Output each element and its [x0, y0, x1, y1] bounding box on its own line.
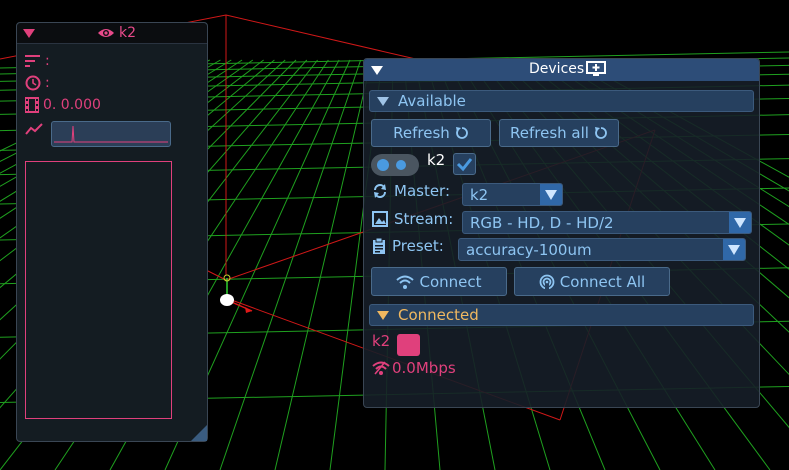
devices-panel[interactable]: Devices Available Refresh Refresh all k2…: [363, 58, 760, 408]
toggle-knob: [377, 159, 389, 171]
grid-line: [219, 59, 362, 470]
film-icon: [25, 97, 39, 113]
master-select[interactable]: k2: [462, 183, 563, 206]
preset-select[interactable]: accuracy-100um: [458, 238, 746, 261]
stream-select[interactable]: RGB - HD, D - HD/2: [462, 211, 752, 234]
stream-row: Stream:: [372, 210, 453, 228]
collapse-triangle-icon[interactable]: [23, 29, 35, 38]
connect-button-label: Connect: [419, 272, 482, 291]
wifi-icon: [396, 275, 415, 289]
sync-icon: [374, 184, 386, 198]
master-select-value: k2: [470, 186, 489, 204]
available-header-label: Available: [398, 92, 466, 110]
stream-panel-titlebar[interactable]: k2: [17, 23, 207, 44]
resize-grip[interactable]: [191, 425, 207, 441]
eye-icon: [98, 29, 114, 37]
refresh-all-button-label: Refresh all: [510, 124, 589, 142]
connected-device-name: k2: [372, 332, 391, 350]
clipboard-icon: [373, 238, 385, 254]
device-color-swatch[interactable]: [397, 334, 420, 356]
connect-all-button[interactable]: Connect All: [514, 267, 670, 296]
refresh-button[interactable]: Refresh: [371, 119, 491, 147]
clock-icon: [25, 75, 41, 91]
bitrate-value: :: [45, 53, 50, 69]
expand-triangle-icon[interactable]: [377, 97, 389, 106]
stream-preview-frame: [25, 161, 172, 419]
bitrate-sparkline: [51, 121, 171, 147]
device-enable-toggle[interactable]: [371, 154, 419, 176]
toggle-indicator: [396, 160, 406, 170]
expand-triangle-icon[interactable]: [377, 311, 389, 320]
preset-row: Preset:: [372, 237, 444, 255]
refresh-button-label: Refresh: [393, 124, 450, 142]
chevron-down-icon[interactable]: [540, 184, 562, 205]
refresh-icon: [455, 127, 468, 139]
time-row: :: [25, 75, 50, 91]
sort-lines-icon: [25, 55, 40, 67]
frames-value: 0. 0.000: [43, 97, 101, 113]
grid-line: [274, 59, 372, 470]
chevron-down-icon[interactable]: [729, 212, 751, 233]
origin-gizmo[interactable]: [220, 274, 253, 313]
connected-header[interactable]: Connected: [369, 304, 754, 326]
image-icon: [372, 211, 388, 227]
stream-stats-panel[interactable]: k2 : : 0. 0.000: [16, 22, 208, 442]
preset-label: Preset:: [392, 237, 444, 255]
available-device-name: k2: [427, 151, 446, 169]
trend-line-icon: [25, 123, 43, 135]
preset-select-value: accuracy-100um: [466, 241, 592, 259]
bitrate-row: :: [25, 53, 50, 69]
refresh-all-button[interactable]: Refresh all: [499, 119, 619, 147]
broadcast-icon: [539, 274, 555, 290]
stream-panel-title: k2: [119, 25, 137, 41]
available-header[interactable]: Available: [369, 90, 754, 112]
connected-rate: 0.0Mbps: [392, 359, 456, 377]
stream-select-value: RGB - HD, D - HD/2: [470, 214, 614, 232]
connected-rate-row: 0.0Mbps: [372, 359, 456, 377]
stream-label: Stream:: [394, 210, 454, 228]
master-row: Master:: [372, 182, 450, 200]
connect-button[interactable]: Connect: [371, 267, 507, 296]
device-select-checkbox[interactable]: [453, 153, 476, 175]
connected-header-label: Connected: [398, 306, 479, 324]
collapse-triangle-icon[interactable]: [371, 66, 383, 75]
devices-titlebar[interactable]: Devices: [364, 59, 759, 81]
connect-all-button-label: Connect All: [559, 272, 646, 291]
chevron-down-icon[interactable]: [723, 239, 745, 260]
monitor-plus-icon: [586, 61, 607, 76]
devices-title: Devices: [529, 61, 585, 77]
time-value: :: [45, 75, 50, 91]
wifi-off-icon: [372, 361, 390, 375]
master-label: Master:: [394, 182, 451, 200]
frames-row: 0. 0.000: [25, 97, 101, 113]
checkmark-icon: [456, 158, 473, 172]
refresh-icon: [594, 127, 607, 139]
